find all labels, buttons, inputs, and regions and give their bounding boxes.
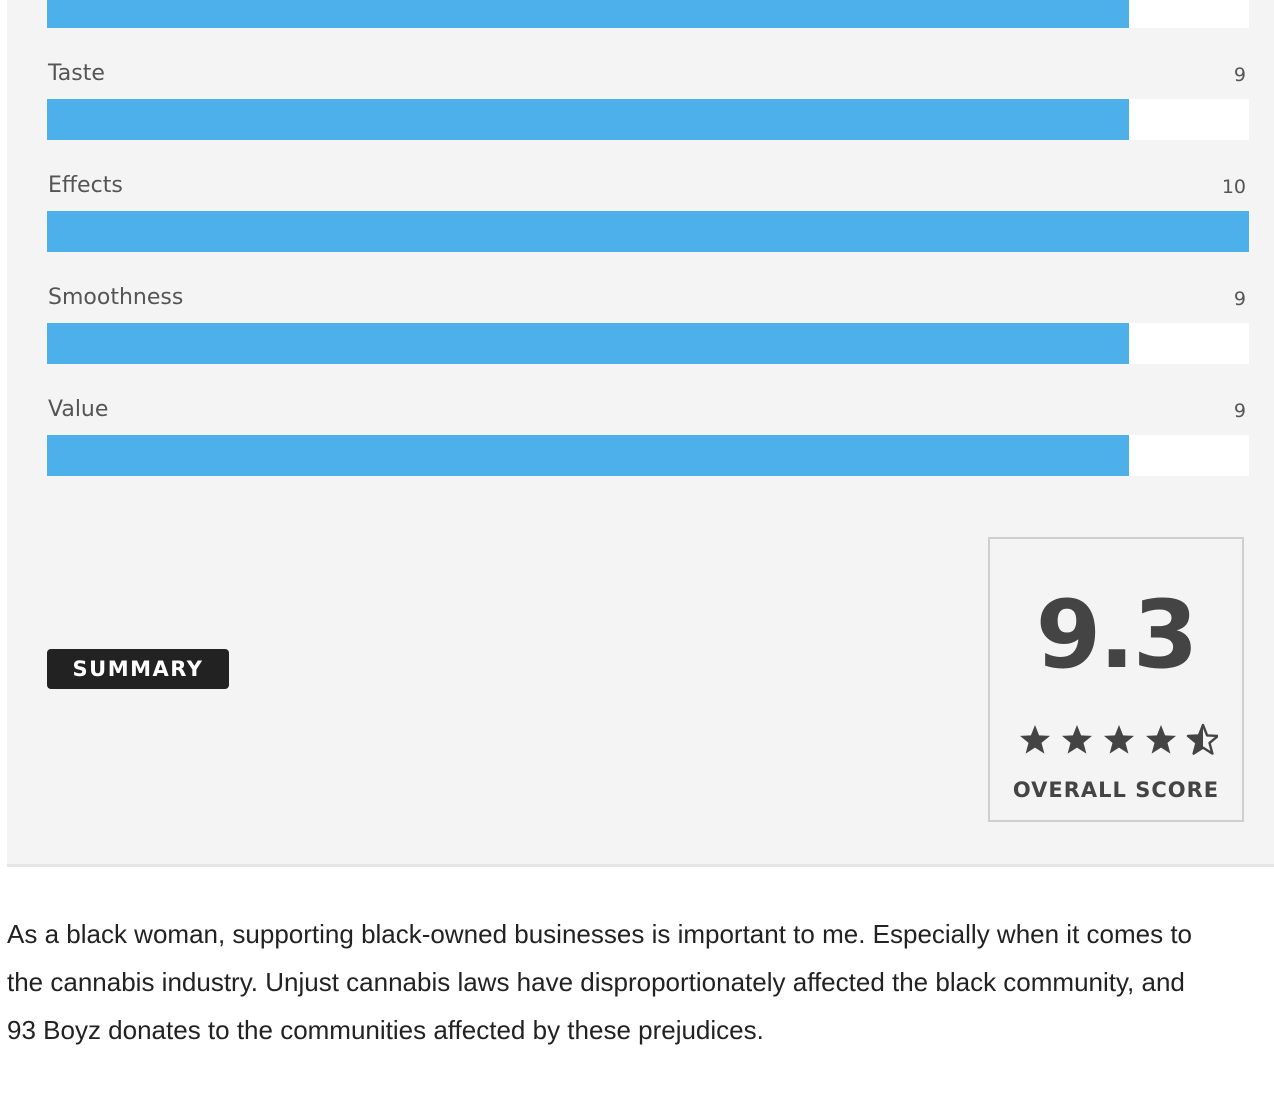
review-box: Taste 9 Effects 10 Smoothness 9 Value 9 … [7, 0, 1274, 867]
article-line: 93 Boyz donates to the communities affec… [7, 1015, 764, 1045]
criterion-label: Value [48, 397, 109, 422]
article-line: As a black woman, supporting black-owned… [7, 919, 1193, 949]
score-bar-track [47, 0, 1249, 28]
score-bar-track [47, 435, 1249, 476]
criterion-score: 9 [1233, 288, 1246, 310]
criterion-score: 9 [1233, 64, 1246, 86]
criterion-label: Taste [48, 61, 105, 86]
star-rating-icons [1020, 723, 1218, 755]
criterion-label: Smoothness [48, 285, 184, 310]
score-bar-fill [47, 99, 1129, 140]
overall-score-caption: OVERALL SCORE [1012, 778, 1220, 802]
score-bar-track [47, 211, 1249, 252]
criterion-score: 10 [1221, 176, 1246, 198]
article-paragraph: As a black woman, supporting black-owned… [7, 910, 1274, 1054]
article-line: the cannabis industry. Unjust cannabis l… [7, 967, 1185, 997]
overall-score-value: 9.3 [1035, 581, 1199, 690]
score-bar-fill [47, 435, 1129, 476]
criterion-label: Effects [48, 173, 123, 198]
score-bar-track [47, 99, 1249, 140]
star-full-icon [1062, 725, 1092, 754]
overall-score-panel: 9.3 OVERALL SCORE [988, 537, 1244, 822]
summary-badge: SUMMARY [47, 649, 229, 689]
score-bar-fill [47, 0, 1129, 28]
star-full-icon [1020, 725, 1050, 754]
star-full-icon [1104, 725, 1134, 754]
score-bar-fill [47, 323, 1129, 364]
score-bar-fill [47, 211, 1249, 252]
star-full-icon [1146, 725, 1176, 754]
score-bar-track [47, 323, 1249, 364]
criterion-score: 9 [1233, 400, 1246, 422]
star-rating [1018, 723, 1218, 757]
star-half-icon [1186, 723, 1218, 755]
